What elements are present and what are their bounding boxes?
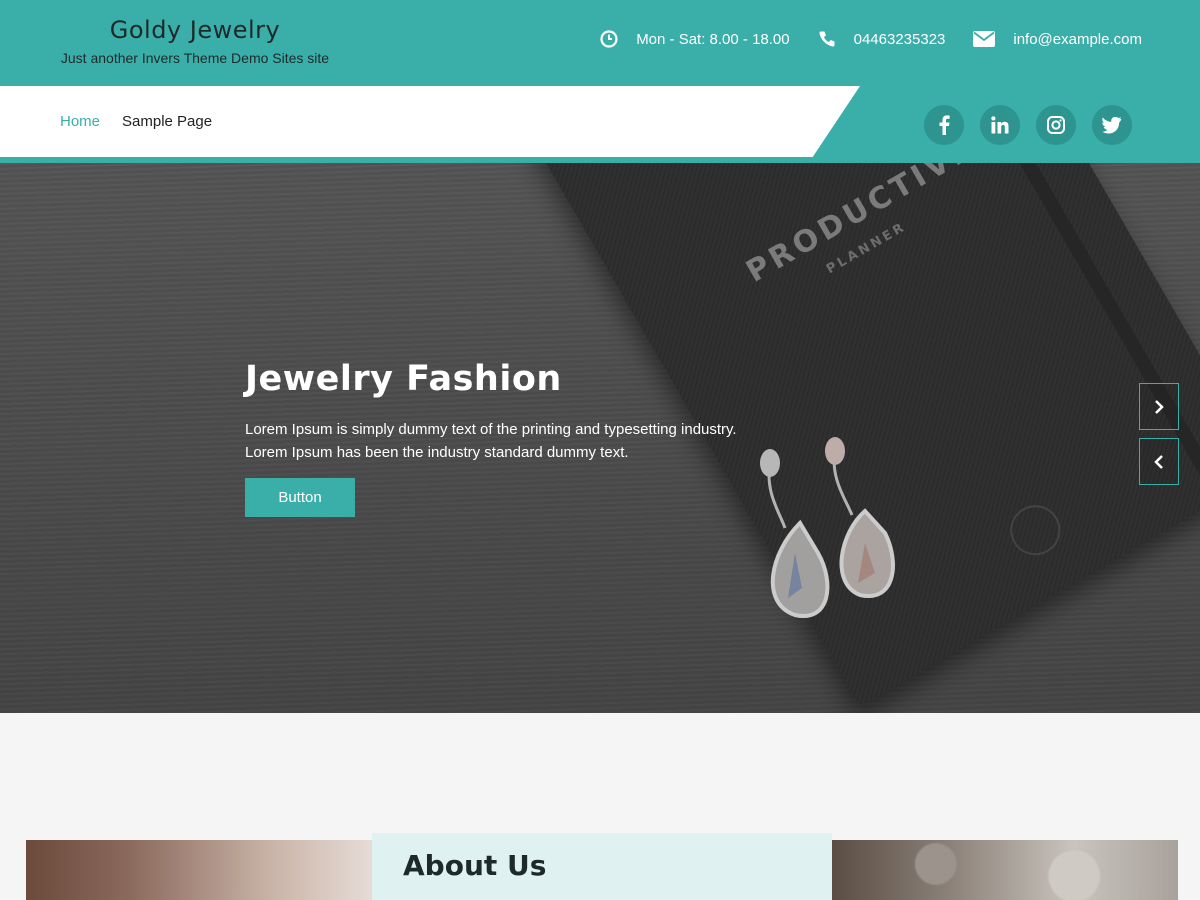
clock-icon [600, 30, 618, 48]
slider-prev-button[interactable] [1139, 438, 1179, 485]
instagram-icon [1047, 116, 1065, 134]
social-links [924, 105, 1148, 145]
email-text[interactable]: info@example.com [1013, 31, 1142, 48]
chevron-right-icon [1155, 399, 1164, 414]
hours-text: Mon - Sat: 8.00 - 18.00 [636, 30, 790, 48]
site-title[interactable]: Goldy Jewelry [40, 16, 350, 44]
hero-title: Jewelry Fashion [245, 359, 562, 399]
envelope-icon [973, 31, 996, 47]
nav-item-home[interactable]: Home [60, 113, 100, 130]
phone-icon [819, 31, 835, 47]
slider-next-button[interactable] [1139, 383, 1179, 430]
nav-item-sample-page[interactable]: Sample Page [122, 113, 212, 130]
about-image-right [832, 840, 1178, 900]
about-title: About Us [403, 849, 547, 882]
contact-email: info@example.com [973, 31, 1142, 48]
facebook-link[interactable] [924, 105, 964, 145]
linkedin-link[interactable] [980, 105, 1020, 145]
hero-text: Lorem Ipsum is simply dummy text of the … [245, 418, 765, 464]
phone-text[interactable]: 04463235323 [854, 31, 946, 48]
linkedin-icon [991, 116, 1009, 134]
facebook-icon [939, 115, 950, 135]
about-image-left [26, 840, 372, 900]
contact-info: Mon - Sat: 8.00 - 18.00 04463235323 info… [572, 30, 1142, 48]
instagram-link[interactable] [1036, 105, 1076, 145]
top-bar: Goldy Jewelry Just another Invers Theme … [0, 0, 1200, 86]
twitter-icon [1102, 116, 1122, 133]
site-branding: Goldy Jewelry Just another Invers Theme … [40, 16, 350, 66]
hero-text-line-2: Lorem Ipsum has been the industry standa… [245, 444, 629, 461]
hero-slider: PRODUCTIVITY PLANNER Jewelry Fashion Lor… [0, 163, 1200, 713]
twitter-link[interactable] [1092, 105, 1132, 145]
hero-text-line-1: Lorem Ipsum is simply dummy text of the … [245, 421, 737, 438]
primary-nav: Home Sample Page [60, 113, 234, 130]
chevron-left-icon [1154, 454, 1163, 469]
site-tagline: Just another Invers Theme Demo Sites sit… [60, 50, 330, 66]
hero-cta-button[interactable]: Button [245, 478, 355, 517]
contact-hours: Mon - Sat: 8.00 - 18.00 [600, 30, 790, 48]
contact-phone: 04463235323 [818, 30, 946, 48]
